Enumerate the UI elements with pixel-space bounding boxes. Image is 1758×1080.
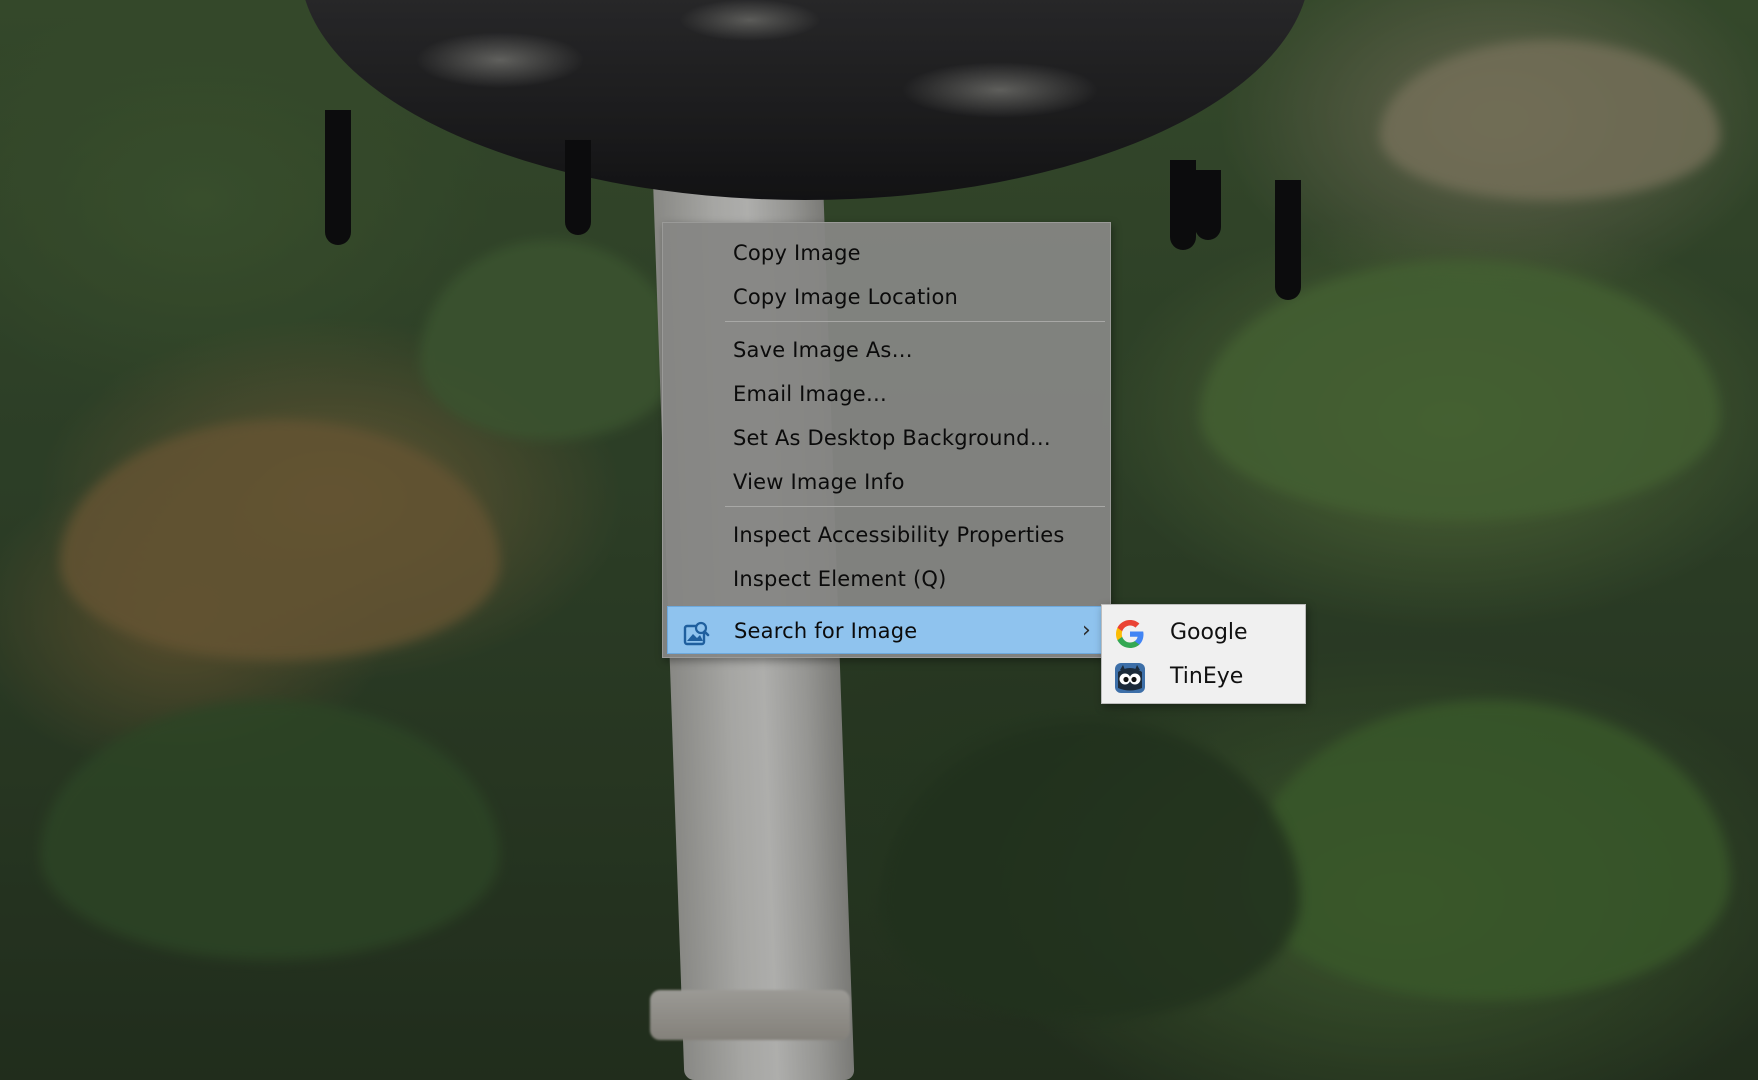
desktop-background: Copy Image Copy Image Location Save Imag… <box>0 0 1758 1080</box>
menu-separator <box>725 321 1105 322</box>
menu-item-label: Copy Image Location <box>733 285 959 309</box>
menu-item-label: Save Image As… <box>733 338 913 362</box>
menu-item-email-image[interactable]: Email Image… <box>663 374 1110 414</box>
menu-item-label: Email Image… <box>733 382 888 406</box>
menu-item-save-image-as[interactable]: Save Image As… <box>663 330 1110 370</box>
menu-item-copy-image-location[interactable]: Copy Image Location <box>663 277 1110 317</box>
google-icon <box>1114 618 1146 650</box>
submenu-item-label: TinEye <box>1170 664 1244 689</box>
menu-item-inspect-accessibility[interactable]: Inspect Accessibility Properties <box>663 515 1110 555</box>
search-image-icon <box>682 617 710 646</box>
menu-item-view-image-info[interactable]: View Image Info <box>663 462 1110 502</box>
menu-item-label: Copy Image <box>733 241 861 265</box>
menu-item-label: View Image Info <box>733 470 905 494</box>
tineye-icon <box>1114 662 1146 694</box>
menu-item-label: Inspect Element (Q) <box>733 567 947 591</box>
submenu-item-tineye[interactable]: TinEye <box>1102 655 1305 699</box>
menu-item-inspect-element[interactable]: Inspect Element (Q) <box>663 559 1110 599</box>
chevron-right-icon: › <box>1082 618 1091 643</box>
submenu-item-label: Google <box>1170 620 1248 645</box>
menu-item-search-for-image[interactable]: Search for Image › <box>667 606 1106 654</box>
menu-item-label: Set As Desktop Background… <box>733 426 1051 450</box>
menu-item-label: Inspect Accessibility Properties <box>733 523 1065 547</box>
submenu-item-google[interactable]: Google <box>1102 611 1305 655</box>
menu-item-label: Search for Image <box>734 619 918 643</box>
search-for-image-submenu: Google TinEye <box>1101 604 1306 704</box>
context-menu: Copy Image Copy Image Location Save Imag… <box>662 222 1111 658</box>
menu-item-set-desktop-background[interactable]: Set As Desktop Background… <box>663 418 1110 458</box>
menu-separator <box>725 506 1105 507</box>
menu-item-copy-image[interactable]: Copy Image <box>663 233 1110 273</box>
